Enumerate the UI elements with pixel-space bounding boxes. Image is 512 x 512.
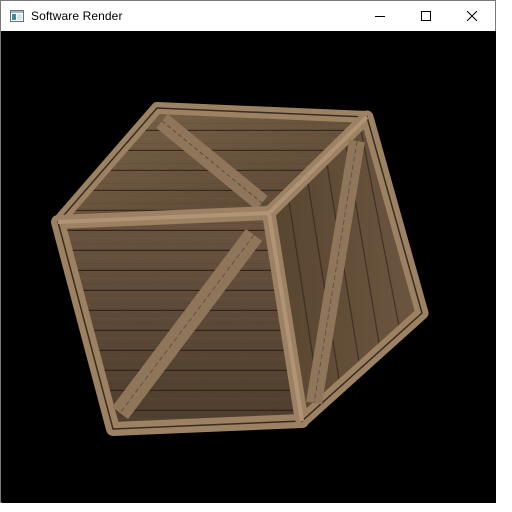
desktop-background bbox=[496, 0, 512, 512]
window-title: Software Render bbox=[31, 9, 123, 23]
minimize-button[interactable] bbox=[357, 1, 403, 31]
window-app-icon bbox=[9, 8, 25, 24]
window-controls bbox=[357, 1, 495, 31]
close-button[interactable] bbox=[449, 1, 495, 31]
crate-render bbox=[51, 102, 429, 436]
app-window: Software Render bbox=[0, 0, 496, 503]
crate-front-face bbox=[51, 206, 309, 436]
maximize-button[interactable] bbox=[403, 1, 449, 31]
render-viewport[interactable] bbox=[2, 31, 496, 503]
maximize-icon bbox=[421, 11, 431, 21]
title-bar[interactable]: Software Render bbox=[1, 1, 495, 31]
minimize-icon bbox=[375, 16, 385, 17]
close-icon bbox=[467, 11, 477, 21]
